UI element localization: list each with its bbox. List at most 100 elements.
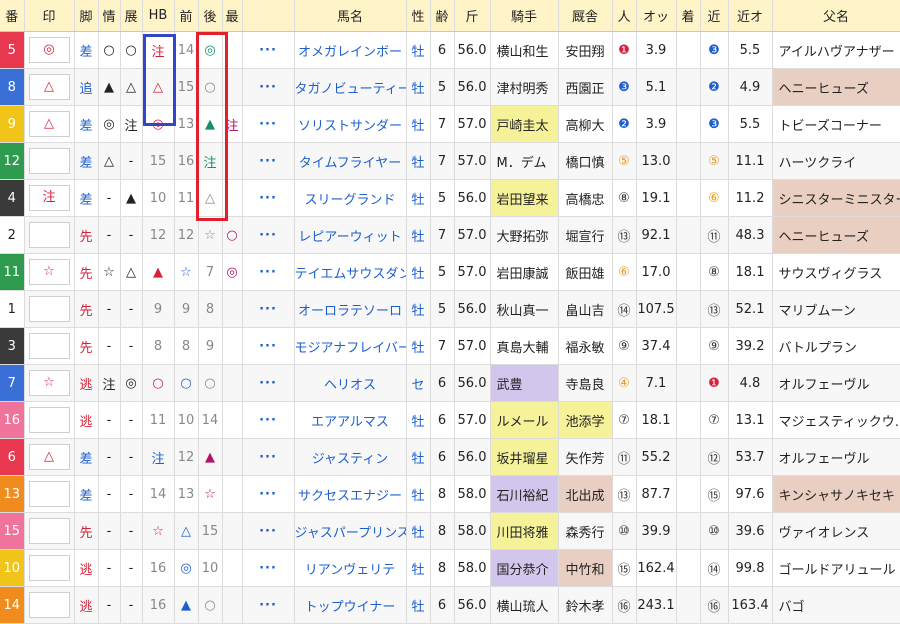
table-row[interactable]: 13 差 - -14 13 ☆ ··· サクセスエナジー牡 8 58.0 石川裕紀 北出成 ⑬ 87.7 ⑮… [0,475,900,513]
prediction-mark-cell-box[interactable]: △ [28,444,70,470]
age-cell: 6 [430,364,455,402]
prediction-mark-cell-box[interactable]: △ [28,74,70,100]
finish-cell [676,68,701,106]
prediction-mark-cell[interactable]: △ [24,105,75,143]
more-dots-button[interactable]: ··· [242,179,295,217]
more-dots-button[interactable]: ··· [242,401,295,439]
horse-name-link[interactable]: エアアルマス [294,401,407,439]
horse-name-link[interactable]: オーロラテソーロ [294,290,407,328]
hb-mark-cell: 8 [142,327,175,365]
recent-rank-cell: ❸ [700,105,729,143]
prediction-mark-cell-box[interactable]: ☆ [28,370,70,396]
horse-name-link[interactable]: ジャスパープリンス [294,512,407,550]
more-dots-button[interactable]: ··· [242,290,295,328]
more-dots-button[interactable]: ··· [242,327,295,365]
more-dots-button[interactable]: ··· [242,68,295,106]
prediction-mark-cell[interactable] [24,216,75,254]
more-dots-button[interactable]: ··· [242,549,295,587]
table-row[interactable]: 12 差 △ -15 16 注 ··· タイムフライヤー牡 7 57.0 M．デム 橋口慎 ⑤ 13.0 ⑤… [0,142,900,180]
running-style-cell: 差 [74,179,99,217]
table-row[interactable]: 1 先 - -9 9 8 ··· オーロラテソーロ牡 5 56.0 秋山真一 畠山吉 ⑭ 107.5 ⑬ 52… [0,290,900,328]
prediction-mark-cell[interactable] [24,290,75,328]
prediction-mark-cell[interactable]: △ [24,438,75,476]
prediction-mark-cell-box[interactable]: ◎ [28,37,70,63]
horse-name-link[interactable]: サクセスエナジー [294,475,407,513]
hb-mark-cell: 注 [142,438,175,476]
horse-name-link[interactable]: ソリストサンダー [294,105,407,143]
prediction-mark-cell-box[interactable]: 注 [28,185,70,211]
sai-mark-cell [222,179,243,217]
sire-cell: アイルハヴアナザー [772,31,900,69]
table-row[interactable]: 6 △ 差 - - 注 12 ▲ ··· ジャスティン牡 6 56.0 坂井瑠星 矢作芳 ⑪ 55.2 ⑫ 53.… [0,438,900,476]
age-cell: 7 [430,327,455,365]
horse-name-link[interactable]: ジャスティン [294,438,407,476]
table-row[interactable]: 15 先 - - ☆ △ 15 ··· ジャスパープリンス牡 8 58.0 川田将雅 森秀行 ⑩ 39.9 ⑩… [0,512,900,550]
horse-name-link[interactable]: スリーグランド [294,179,407,217]
horse-name-link[interactable]: タガノビューティー [294,68,407,106]
table-row[interactable]: 2 先 - -12 12 ☆ ○ ··· レピアーウィット牡 7 57.0 大野拓弥 堀宣行 ⑬ 92.1 ⑪… [0,216,900,254]
horse-name-link[interactable]: タイムフライヤー [294,142,407,180]
table-row[interactable]: 3 先 - -8 8 9 ··· モジアナフレイバー牡 7 57.0 真島大輔 福永敏 ⑨ 37.4 ⑨ 39… [0,327,900,365]
prediction-mark-cell[interactable] [24,401,75,439]
table-row[interactable]: 16 逃 - -11 10 14 ··· エアアルマス牡 6 57.0 ルメール 池添学 ⑦ 18.1 ⑦ 1… [0,401,900,439]
table-row[interactable]: 14 逃 - -16 ▲ ○ ··· トップウイナー牡 6 56.0 横山琉人 鈴木孝 ⑯ 243.1 ⑯ 1… [0,586,900,624]
more-dots-button[interactable]: ··· [242,364,295,402]
horse-name-link[interactable]: モジアナフレイバー [294,327,407,365]
more-dots-button[interactable]: ··· [242,31,295,69]
horse-name-link[interactable]: トップウイナー [294,586,407,624]
header-ato: 後 [198,0,223,32]
table-row[interactable]: 8 △ 追 ▲ △ △ 15 ○ ··· タガノビューティー牡 5 56.0 津村明秀 西園正 ❸ 5.1 ❷ 4… [0,68,900,106]
prediction-mark-cell-box[interactable] [28,148,70,174]
prediction-mark-cell[interactable] [24,475,75,513]
table-row[interactable]: 7 ☆ 逃注 ◎ ○ ○ ○ ··· ヘリオスセ 6 56.0 武豊 寺島良 ④ 7.1 ❶ 4.8 オルフェーヴ… [0,364,900,402]
prediction-mark-cell[interactable]: ☆ [24,364,75,402]
table-row[interactable]: 5 ◎ 差 ○ ○ 注 14 ◎ ··· オメガレインボー牡 6 56.0 横山和生 安田翔 ❶ 3.9 ❸ 5.… [0,31,900,69]
prediction-mark-cell[interactable]: △ [24,68,75,106]
stable-cell: 森秀行 [558,512,613,550]
prediction-mark-cell-box[interactable] [28,222,70,248]
ato-mark-cell: ○ [198,586,223,624]
prediction-mark-cell[interactable] [24,586,75,624]
prediction-mark-cell-box[interactable]: ☆ [28,259,70,285]
recent-odds-cell: 11.1 [728,142,773,180]
jockey-cell: 岩田康誠 [490,253,559,291]
horse-name-link[interactable]: オメガレインボー [294,31,407,69]
mae-mark-cell: ◎ [174,549,199,587]
more-dots-button[interactable]: ··· [242,512,295,550]
prediction-mark-cell-box[interactable] [28,592,70,618]
table-row[interactable]: 10 逃 - -16 ◎ 10 ··· リアンヴェリテ牡 8 58.0 国分恭介 中竹和 ⑮ 162.4 ⑭… [0,549,900,587]
more-dots-button[interactable]: ··· [242,142,295,180]
prediction-mark-cell-box[interactable] [28,296,70,322]
horse-name-link[interactable]: テイエムサウスダン [294,253,407,291]
horse-name-link[interactable]: レピアーウィット [294,216,407,254]
prediction-mark-cell[interactable]: 注 [24,179,75,217]
table-row[interactable]: 11 ☆ 先 ☆ △ ▲ ☆ 7 ◎ ··· テイエムサウスダン牡 5 57.0 岩田康誠 飯田雄 ⑥ 17.0… [0,253,900,291]
prediction-mark-cell[interactable] [24,327,75,365]
prediction-mark-cell[interactable] [24,142,75,180]
prediction-mark-cell[interactable]: ☆ [24,253,75,291]
mae-mark-cell: 14 [174,31,199,69]
table-row[interactable]: 9 △ 差 ◎ 注 ◎ 13 ▲ 注 ··· ソリストサンダー牡 7 57.0 戸崎圭太 高柳大 ❷ 3.9 ❸ 5… [0,105,900,143]
prediction-mark-cell[interactable] [24,549,75,587]
prediction-mark-cell-box[interactable] [28,333,70,359]
horse-name-link[interactable]: リアンヴェリテ [294,549,407,587]
running-style-cell: 逃 [74,586,99,624]
age-cell: 6 [430,401,455,439]
more-dots-button[interactable]: ··· [242,438,295,476]
more-dots-button[interactable]: ··· [242,105,295,143]
prediction-mark-cell[interactable] [24,512,75,550]
prediction-mark-cell[interactable]: ◎ [24,31,75,69]
ato-mark-cell: ▲ [198,438,223,476]
horse-name-link[interactable]: ヘリオス [294,364,407,402]
prediction-mark-cell-box[interactable] [28,518,70,544]
prediction-mark-cell-box[interactable]: △ [28,111,70,137]
prediction-mark-cell-box[interactable] [28,481,70,507]
more-dots-button[interactable]: ··· [242,216,295,254]
table-row[interactable]: 4 注差 - ▲ 10 11 △ ··· スリーグランド牡 5 56.0 岩田望来 高橋忠 ⑧ 19.1 ⑥ 1… [0,179,900,217]
running-style-cell: 逃 [74,401,99,439]
more-dots-button[interactable]: ··· [242,475,295,513]
more-dots-button[interactable]: ··· [242,253,295,291]
prediction-mark-cell-box[interactable] [28,555,70,581]
more-dots-button[interactable]: ··· [242,586,295,624]
prediction-mark-cell-box[interactable] [28,407,70,433]
